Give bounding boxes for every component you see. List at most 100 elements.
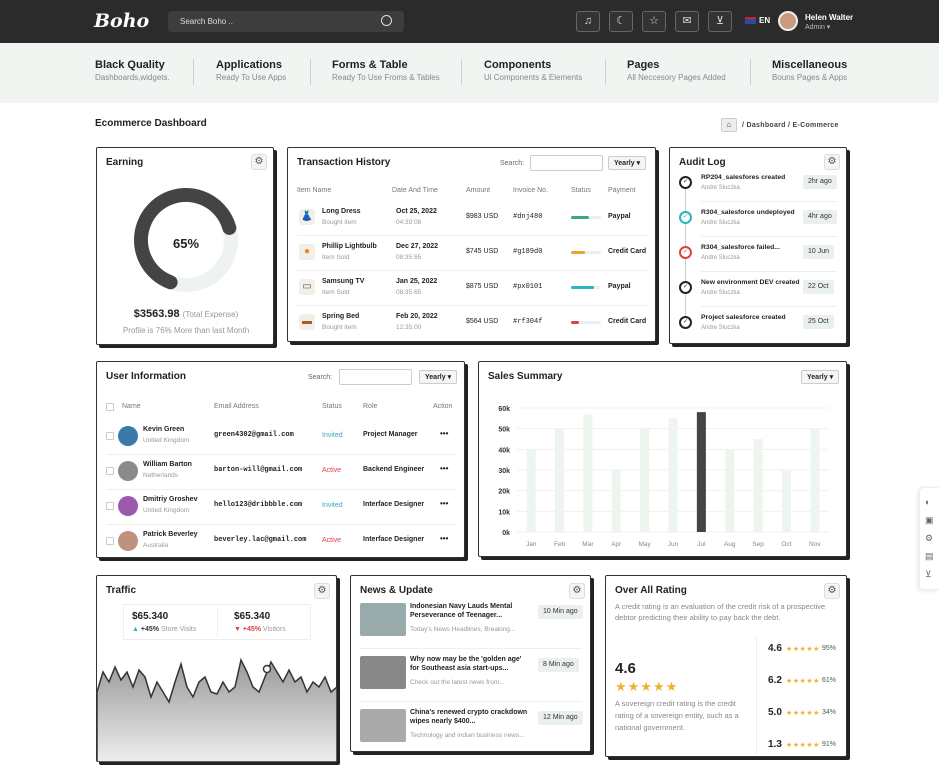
- audit-title[interactable]: RP204_salesfores created: [701, 174, 785, 181]
- item-name[interactable]: Spring Bed: [322, 313, 359, 320]
- language-selector[interactable]: EN: [745, 16, 770, 25]
- menu-forms-table[interactable]: Forms & Table Ready To Use Froms & Tables: [332, 59, 440, 82]
- table-row[interactable]: Dmitriy Groshev United Kingdom hello123@dr…: [97, 490, 466, 525]
- traffic-marker[interactable]: [262, 664, 272, 674]
- table-row[interactable]: William Barton Netherlands barton-will@gma…: [97, 455, 466, 490]
- bar-feb[interactable]: [555, 428, 565, 532]
- item-name[interactable]: Long Dress: [322, 208, 361, 215]
- table-row[interactable]: Kevin Green United Kingdom green4302@gmail…: [97, 420, 466, 455]
- table-row[interactable]: ● Phillip Lightbulb Item Sold Dec 27, 2022 0…: [288, 237, 657, 271]
- gear-icon[interactable]: ⚙: [925, 533, 933, 544]
- news-thumbnail[interactable]: [360, 656, 406, 689]
- bar-jul[interactable]: [696, 412, 706, 532]
- gear-icon[interactable]: ⚙: [824, 154, 840, 170]
- dark-mode-icon[interactable]: ☾: [609, 11, 633, 32]
- item-name[interactable]: Phillip Lightbulb: [322, 243, 377, 250]
- row-checkbox[interactable]: [106, 467, 114, 475]
- status-progress: [571, 286, 601, 289]
- gear-icon[interactable]: ⚙: [314, 583, 330, 599]
- more-actions-icon[interactable]: •••: [440, 464, 448, 473]
- row-checkbox[interactable]: [106, 502, 114, 510]
- card-title: Sales Summary: [488, 371, 563, 382]
- rating-value: 4.6: [768, 643, 782, 654]
- user-status: Active: [322, 537, 342, 544]
- user-role: Interface Designer: [363, 501, 425, 508]
- news-title[interactable]: Why now may be the 'golden age' for Sout…: [410, 655, 530, 673]
- table-row[interactable]: 👗 Long Dress Bought item Oct 25, 2022 04:39:…: [288, 202, 657, 236]
- cart-icon[interactable]: ⊻: [708, 11, 732, 32]
- user-email[interactable]: hello123@dribbble.com: [214, 501, 302, 509]
- search-input[interactable]: [339, 369, 412, 385]
- gear-icon[interactable]: ⚙: [251, 154, 267, 170]
- bar-aug[interactable]: [725, 449, 735, 532]
- menu-black-quality[interactable]: Black Quality Dashboards,widgets.: [95, 59, 170, 82]
- col-header: Status: [571, 187, 591, 194]
- table-row[interactable]: ▬ Spring Bed Bought item Feb 20, 2022 12:35:…: [288, 307, 657, 340]
- user-email[interactable]: barton-will@gmail.com: [214, 466, 302, 474]
- bar-apr[interactable]: [611, 470, 621, 532]
- audit-title[interactable]: R304_salesforce failed...: [701, 244, 780, 251]
- status-progress-fill: [571, 216, 589, 219]
- news-title[interactable]: Indonesian Navy Lauds Mental Perseveranc…: [410, 602, 530, 620]
- user-role: Interface Designer: [363, 536, 425, 543]
- bar-oct[interactable]: [781, 470, 791, 532]
- user-name[interactable]: William Barton: [143, 461, 192, 468]
- news-thumbnail[interactable]: [360, 709, 406, 742]
- user-email[interactable]: green4302@gmail.com: [214, 431, 294, 439]
- news-title[interactable]: China's renewed crypto crackdown wipes n…: [410, 708, 530, 726]
- menu-pages[interactable]: Pages All Neccesory Pages Added: [627, 59, 726, 82]
- more-actions-icon[interactable]: •••: [440, 534, 448, 543]
- layout-icon[interactable]: ▤: [925, 551, 934, 562]
- bar-mar[interactable]: [583, 414, 593, 532]
- menu-components[interactable]: Components Ui Components & Elements: [484, 59, 582, 82]
- search-icon[interactable]: [381, 15, 392, 26]
- rating-description-2: A sovereign credit rating is the credit …: [615, 699, 739, 732]
- x-tick-label: Apr: [611, 541, 622, 548]
- user-email[interactable]: beverley.lac@gmail.com: [214, 536, 306, 544]
- row-checkbox[interactable]: [106, 432, 114, 440]
- palette-icon[interactable]: ◐: [925, 497, 930, 507]
- item-name[interactable]: Samsung TV: [322, 278, 364, 285]
- row-checkbox[interactable]: [106, 537, 114, 545]
- filter-select[interactable]: Yearly ▾: [801, 370, 840, 384]
- gear-icon[interactable]: ⚙: [569, 583, 585, 599]
- box-icon[interactable]: ▣: [925, 515, 934, 526]
- bar-nov[interactable]: [810, 428, 820, 532]
- audit-title[interactable]: R304_salesforce undeployed: [701, 209, 795, 216]
- user-name[interactable]: Patrick Beverley: [143, 531, 197, 538]
- more-actions-icon[interactable]: •••: [440, 429, 448, 438]
- user-role: Project Manager: [363, 431, 418, 438]
- x-tick-label: Mar: [582, 541, 594, 548]
- user-avatar[interactable]: [778, 11, 798, 31]
- news-thumbnail[interactable]: [360, 603, 406, 636]
- gear-icon[interactable]: ⚙: [824, 583, 840, 599]
- user-name[interactable]: Helen Walter: [805, 13, 853, 22]
- more-actions-icon[interactable]: •••: [440, 499, 448, 508]
- bar-may[interactable]: [640, 428, 650, 532]
- bookmark-star-icon[interactable]: ☆: [642, 11, 666, 32]
- menu-applications[interactable]: Applications Ready To Use Apps: [216, 59, 286, 82]
- bar-sep[interactable]: [753, 439, 763, 532]
- bar-jun[interactable]: [668, 418, 678, 532]
- filter-select[interactable]: Yearly ▾: [608, 156, 647, 170]
- bar-jan[interactable]: [526, 449, 536, 532]
- user-name[interactable]: Kevin Green: [143, 426, 184, 433]
- message-icon[interactable]: ✉: [675, 11, 699, 32]
- audit-title[interactable]: New environment DEV created: [701, 279, 800, 286]
- table-row[interactable]: ▭ Samsung TV Item Sold Jan 25, 2022 08:35:65…: [288, 272, 657, 306]
- audit-by: Andre Sluczka: [701, 185, 740, 191]
- home-icon[interactable]: ⌂: [721, 118, 737, 132]
- table-row[interactable]: Patrick Beverley Australia beverley.lac@gm…: [97, 525, 466, 559]
- notification-bell-icon[interactable]: ♫: [576, 11, 600, 32]
- search-input[interactable]: Search Boho ..: [168, 11, 404, 32]
- top-navbar: Boho Search Boho .. ♫ ☾ ☆ ✉ ⊻ EN Helen W…: [0, 0, 939, 43]
- select-all-checkbox[interactable]: [106, 403, 114, 411]
- search-input[interactable]: [530, 155, 603, 171]
- filter-select[interactable]: Yearly ▾: [419, 370, 458, 384]
- user-name[interactable]: Dmitriy Groshev: [143, 496, 197, 503]
- brand-logo[interactable]: Boho: [94, 10, 149, 32]
- avatar: [118, 496, 138, 516]
- audit-title[interactable]: Project salesforce created: [701, 314, 786, 321]
- cart-icon[interactable]: ⊻: [925, 569, 932, 580]
- menu-miscellaneous[interactable]: Miscellaneous Bouns Pages & Apps: [772, 59, 847, 82]
